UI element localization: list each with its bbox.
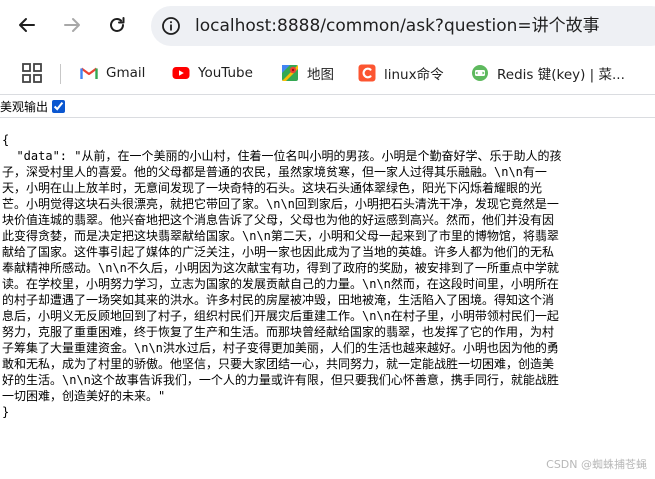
json-line: 敢和无私，成为了村里的骄傲。他坚信，只要大家团结一心，共同努力，就一定能战胜一切… (2, 357, 555, 371)
reload-icon (110, 17, 125, 32)
pretty-print-toggle[interactable]: 美观输出 (0, 97, 66, 115)
pretty-print-label: 美观输出 (0, 99, 49, 114)
watermark: CSDN @蜘蛛捕苍蝇 (546, 458, 647, 471)
bookmark-label: 地图 (307, 67, 334, 83)
forward-button[interactable] (58, 11, 86, 39)
gmail-icon (80, 67, 98, 79)
bookmark-label: Redis 键(key) | 菜... (497, 67, 625, 83)
apps-grid-icon[interactable] (22, 63, 42, 83)
bookmark-youtube[interactable]: YouTube (172, 61, 253, 85)
back-arrow-icon (19, 18, 35, 32)
forward-arrow-icon (64, 18, 80, 32)
json-line: 奉献精神所感动。\n\n不久后，小明因为这次献宝有功，得到了政府的奖励，被安排到… (2, 261, 559, 275)
bookmark-label: linux命令 (384, 67, 444, 83)
back-button[interactable] (13, 11, 41, 39)
json-line: 块价值连城的翡翠。他兴奋地把这个消息告诉了父母，父母也为他的好运感到高兴。然而，… (2, 213, 555, 227)
reload-button[interactable] (103, 11, 131, 39)
maps-icon (282, 65, 298, 81)
json-line: 献给了国家。这件事引起了媒体的广泛关注，小明一家也因此成为了当地的英雄。许多人都… (2, 245, 555, 259)
pretty-print-checkbox[interactable] (52, 99, 66, 113)
json-line: } (2, 405, 10, 419)
json-line: 息后，小明义无反顾地回到了村子，组织村民们开展灾后重建工作。\n\n在村子里，小… (2, 309, 559, 323)
bookmark-gmail[interactable]: Gmail (80, 61, 145, 85)
address-bar[interactable]: localhost:8888/common/ask?question=讲个故事 (151, 6, 655, 46)
bookmark-maps[interactable]: 地图 (281, 61, 334, 85)
browser-toolbar: localhost:8888/common/ask?question=讲个故事 (0, 0, 655, 52)
c-icon (358, 64, 376, 82)
json-line: 一切困难，创造美好的未来。" (2, 389, 166, 403)
json-line: 此变得贪婪，而是决定把这块翡翠献给国家。\n\n第二天，小明和父母一起来到了市里… (2, 229, 559, 243)
json-line: 芒。小明觉得这块石头很漂亮，就把它带回了家。\n\n回到家后，小明把石头清洗干净… (2, 197, 559, 211)
content-divider (0, 117, 655, 118)
site-info-icon[interactable] (160, 15, 182, 37)
json-line: 子，深受村里人的喜爱。他的父母都是普通的农民，虽然家境贫寒，但一家人过得其乐融融… (2, 165, 547, 179)
bookmark-label: YouTube (198, 65, 253, 81)
bookmark-linux-commands[interactable]: linux命令 (358, 61, 444, 85)
youtube-icon (172, 67, 190, 79)
bookmarks-bar: Gmail YouTube 地图 linux命令 Redis 键(key) | … (0, 52, 655, 95)
json-line: 天，小明在山上放羊时，无意间发现了一块奇特的石头。这块石头通体翠绿色，阳光下闪烁… (2, 181, 543, 195)
bookmark-label: Gmail (106, 65, 146, 81)
json-line: "data": "从前，在一个美丽的小山村，住着一位名叫小明的男孩。小明是个勤奋… (2, 149, 562, 163)
json-response: { "data": "从前，在一个美丽的小山村，住着一位名叫小明的男孩。小明是个… (2, 132, 650, 420)
json-line: 读。在学校里，小明努力学习，立志为国家的发展贡献自己的力量。\n\n然而，在这段… (2, 277, 559, 291)
json-line: 的村子却遭遇了一场突如其来的洪水。许多村民的房屋被冲毁，田地被淹，生活陷入了困境… (2, 293, 555, 307)
json-line: 努力，克服了重重困难，终于恢复了生产和生活。而那块曾经献给国家的翡翠，也发挥了它… (2, 325, 555, 339)
bookmarks-separator (60, 64, 61, 84)
url-text[interactable]: localhost:8888/common/ask?question=讲个故事 (195, 14, 600, 38)
json-line: { (2, 133, 10, 147)
redis-site-icon (472, 65, 488, 81)
json-line: 好的生活。\n\n这个故事告诉我们，一个人的力量或许有限，但只要我们心怀善意，携… (2, 373, 559, 387)
json-line: 子筹集了大量重建资金。\n\n洪水过后，村子变得更加美丽，人们的生活也越来越好。… (2, 341, 559, 355)
bookmark-redis[interactable]: Redis 键(key) | 菜... (471, 61, 625, 85)
